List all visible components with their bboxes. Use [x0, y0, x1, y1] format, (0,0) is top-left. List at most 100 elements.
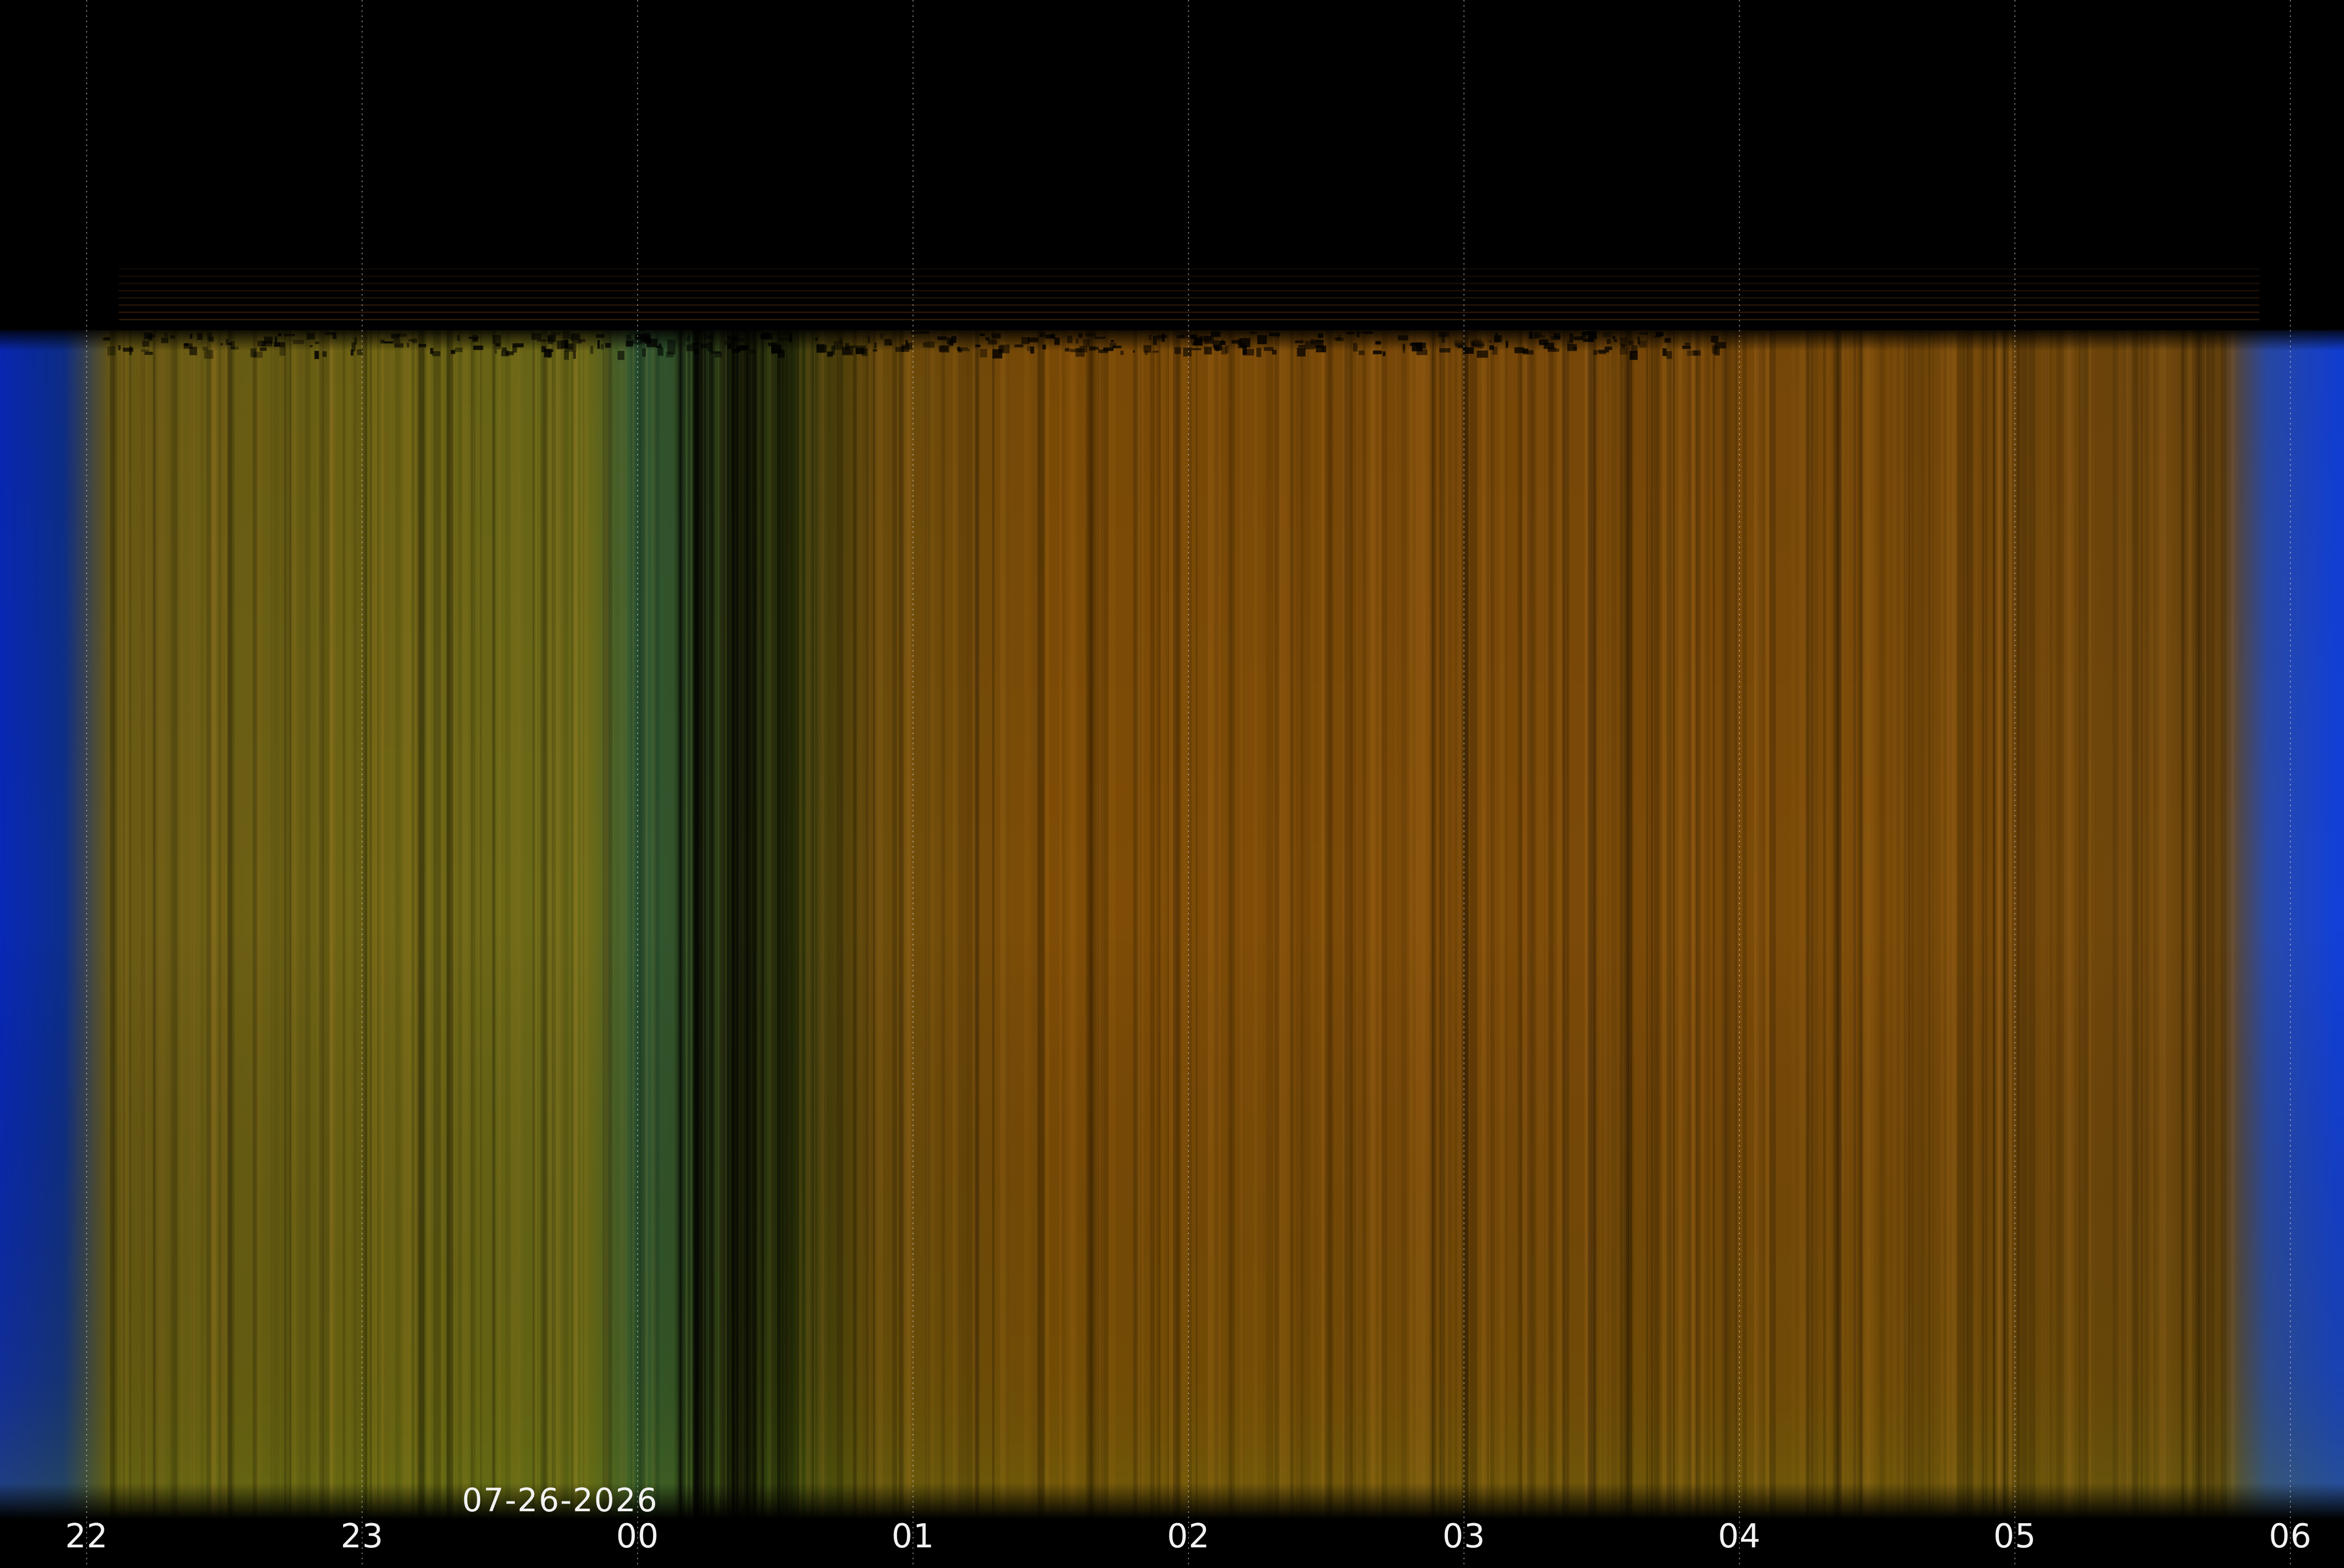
- artifact-dot: [564, 351, 569, 360]
- streak: [1095, 330, 1098, 1519]
- streak: [1457, 330, 1460, 1519]
- streak: [294, 330, 296, 1519]
- streak: [958, 330, 967, 1519]
- streak: [1109, 330, 1116, 1519]
- streak: [1873, 330, 1877, 1519]
- streak: [1879, 330, 1885, 1519]
- streak: [1089, 330, 1093, 1519]
- streak: [1654, 330, 1659, 1519]
- streak: [2017, 330, 2022, 1519]
- streak: [688, 330, 691, 1519]
- streak: [1245, 330, 1252, 1519]
- artifact-line: [119, 297, 2259, 299]
- streak: [1616, 330, 1618, 1519]
- streak: [1028, 330, 1030, 1519]
- streak: [1975, 330, 1978, 1519]
- streak: [1957, 330, 1964, 1519]
- artifact-dot: [314, 351, 319, 360]
- artifact-line: [119, 275, 2259, 277]
- artifact-dot: [666, 351, 674, 357]
- streak: [122, 330, 125, 1519]
- streak: [1308, 330, 1313, 1519]
- streak: [745, 330, 749, 1519]
- streak: [899, 330, 904, 1519]
- streak: [1395, 330, 1396, 1519]
- streak: [2041, 330, 2047, 1519]
- artifact-dot: [322, 351, 327, 357]
- streak: [2230, 330, 2233, 1519]
- streak: [1505, 330, 1508, 1519]
- streak: [677, 330, 681, 1519]
- streak: [480, 330, 482, 1519]
- streak: [1915, 330, 1923, 1519]
- streak: [419, 330, 424, 1519]
- streak: [281, 330, 283, 1519]
- streak: [1024, 330, 1028, 1519]
- artifact-dot: [1145, 350, 1148, 355]
- streak: [1600, 330, 1602, 1519]
- streak: [731, 330, 735, 1519]
- artifact-dot: [501, 350, 509, 356]
- streak: [1208, 330, 1211, 1519]
- streak: [892, 330, 897, 1519]
- streak: [1447, 330, 1452, 1519]
- streak: [741, 330, 746, 1519]
- streak: [300, 330, 303, 1519]
- streak: [728, 330, 732, 1519]
- streak: [554, 330, 558, 1519]
- night-streaks: [109, 330, 2236, 1519]
- streak: [1005, 330, 1009, 1519]
- streak: [1381, 330, 1388, 1519]
- streak: [906, 330, 910, 1519]
- streak: [2182, 330, 2187, 1519]
- streak: [255, 330, 259, 1519]
- streak: [1482, 330, 1490, 1519]
- streak: [1651, 330, 1653, 1519]
- streak: [474, 330, 476, 1519]
- streak: [1266, 330, 1274, 1519]
- streak: [1887, 330, 1889, 1519]
- streak: [604, 330, 609, 1519]
- streak: [441, 330, 443, 1519]
- streak: [1045, 330, 1050, 1519]
- streak: [698, 330, 703, 1519]
- streak: [354, 330, 357, 1519]
- streak: [1084, 330, 1086, 1519]
- streak: [1150, 330, 1155, 1519]
- streak: [2158, 330, 2166, 1519]
- tick-label-03: 03: [1442, 1517, 1485, 1556]
- streak: [1133, 330, 1134, 1519]
- streak: [371, 330, 379, 1519]
- artifact-dot: [1477, 350, 1488, 358]
- streak: [382, 330, 384, 1519]
- streak: [541, 330, 542, 1519]
- streak: [356, 330, 361, 1519]
- streak: [2194, 330, 2200, 1519]
- streak: [722, 330, 725, 1519]
- streak: [2141, 330, 2143, 1519]
- streak: [183, 330, 188, 1519]
- streak: [219, 330, 225, 1519]
- streak: [1799, 330, 1805, 1519]
- streak: [1499, 330, 1505, 1519]
- streak: [365, 330, 368, 1519]
- streak: [2112, 330, 2119, 1519]
- streak: [853, 330, 857, 1519]
- bottom-edge-fade: [0, 1483, 2344, 1519]
- streak: [2028, 330, 2036, 1519]
- streak: [121, 330, 129, 1519]
- streak: [1841, 330, 1844, 1519]
- streak: [1903, 330, 1910, 1519]
- streak: [1678, 330, 1683, 1519]
- streak: [811, 330, 814, 1519]
- streak: [1032, 330, 1037, 1519]
- streak: [1893, 330, 1899, 1519]
- streak: [180, 330, 183, 1519]
- streak: [1290, 330, 1294, 1519]
- streak: [869, 330, 877, 1519]
- streak: [291, 330, 295, 1519]
- streak: [2084, 330, 2089, 1519]
- streak: [2062, 330, 2064, 1519]
- streak: [932, 330, 935, 1519]
- streak: [1832, 330, 1834, 1519]
